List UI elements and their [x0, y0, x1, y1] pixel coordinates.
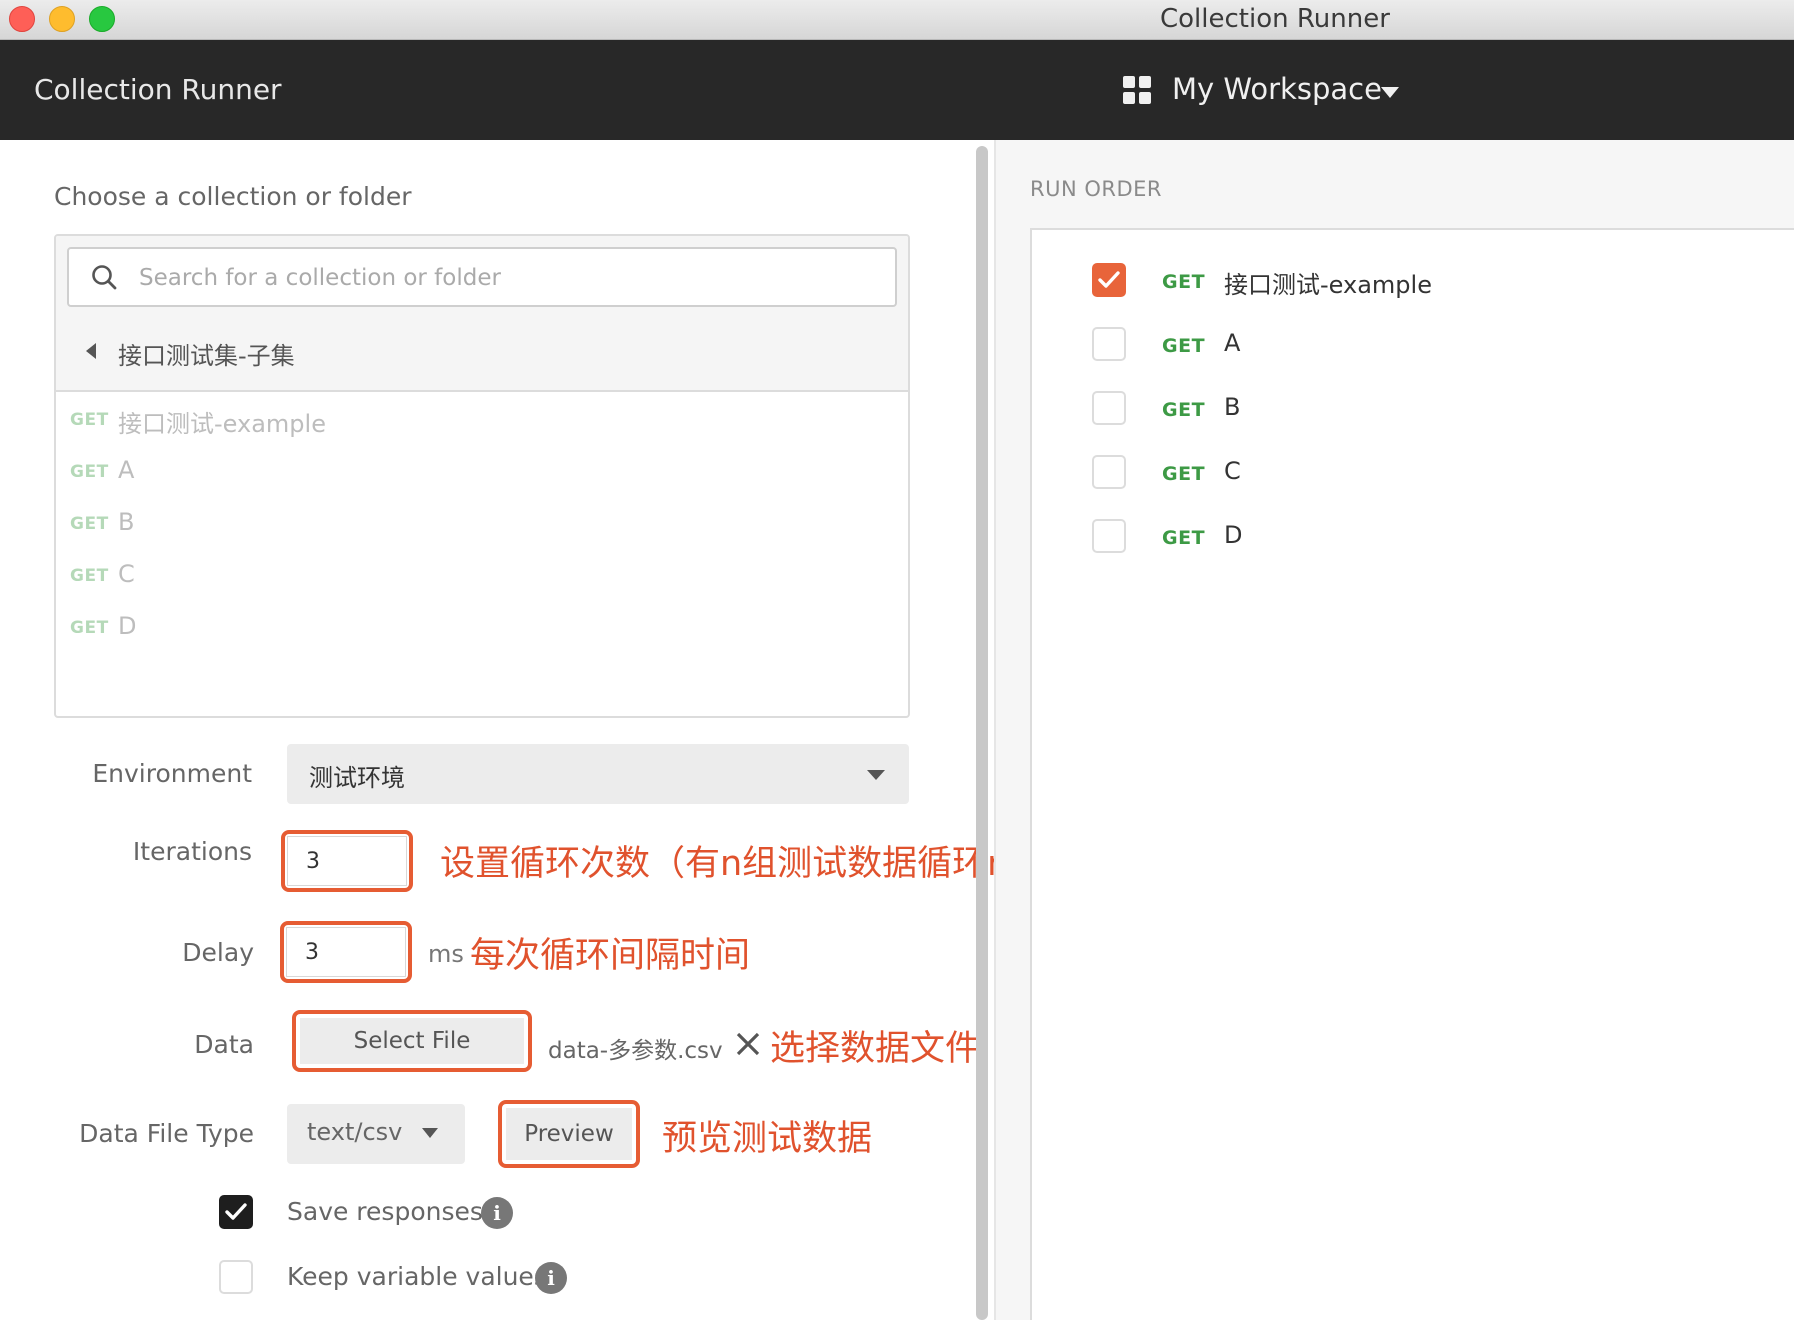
window-maximize-button[interactable]: [89, 6, 115, 32]
data-label: Data: [194, 1030, 254, 1059]
environment-value: 测试环境: [309, 764, 405, 792]
request-method: GET: [1162, 271, 1206, 293]
runner-config-pane: Choose a collection or folder 接口测试集-子集 G…: [0, 140, 1079, 1320]
app-header: Collection Runner My Workspace: [0, 40, 1794, 140]
run-order-item[interactable]: GET C: [1032, 447, 1792, 499]
workspace-grid-icon[interactable]: [1123, 76, 1153, 106]
request-name: D: [118, 612, 137, 640]
search-icon: [92, 265, 117, 290]
close-icon[interactable]: [734, 1030, 762, 1058]
iterations-field-frame: [281, 830, 413, 892]
list-item: GET A: [56, 446, 908, 498]
delay-label: Delay: [182, 938, 254, 967]
chevron-down-icon[interactable]: [1381, 87, 1399, 98]
request-method: GET: [70, 462, 109, 482]
run-order-label: RUN ORDER: [1030, 177, 1162, 201]
request-method: GET: [70, 566, 109, 586]
request-method: GET: [1162, 335, 1206, 357]
list-item: GET C: [56, 550, 908, 602]
list-item: GET B: [56, 498, 908, 550]
preview-frame: Preview: [498, 1100, 640, 1168]
current-folder-name: 接口测试集-子集: [118, 342, 295, 370]
request-name: A: [118, 456, 135, 484]
request-name: B: [1224, 393, 1241, 421]
collection-tree-header: 接口测试集-子集: [56, 236, 908, 392]
run-order-item[interactable]: GET D: [1032, 511, 1792, 563]
window-minimize-button[interactable]: [49, 6, 75, 32]
request-name: B: [118, 508, 135, 536]
search-input[interactable]: [139, 259, 879, 297]
data-annotation: 选择数据文件: [770, 1029, 981, 1069]
window-titlebar: Collection Runner: [0, 0, 1794, 40]
check-icon: [225, 1203, 247, 1220]
folder-back-row[interactable]: 接口测试集-子集: [56, 326, 908, 378]
request-name: C: [118, 560, 135, 588]
run-item-checkbox[interactable]: [1092, 455, 1126, 489]
left-pane-scrollbar[interactable]: [976, 146, 988, 1320]
window-title: Collection Runner: [1160, 4, 1390, 34]
select-file-button[interactable]: Select File: [300, 1018, 524, 1064]
request-name: C: [1224, 457, 1241, 485]
run-item-checkbox[interactable]: [1092, 327, 1126, 361]
collection-picker-label: Choose a collection or folder: [54, 182, 412, 211]
save-responses-label: Save responses: [287, 1197, 483, 1226]
run-item-checkbox[interactable]: [1092, 263, 1126, 297]
chevron-down-icon: [867, 770, 885, 780]
list-item: GET D: [56, 602, 908, 654]
keep-variable-values-label: Keep variable values: [287, 1262, 547, 1291]
workspace-switcher[interactable]: My Workspace: [1172, 72, 1382, 106]
data-file-type-select[interactable]: text/csv: [287, 1104, 465, 1164]
check-icon: [1098, 271, 1120, 288]
info-icon[interactable]: i: [535, 1262, 567, 1294]
keep-variable-values-checkbox[interactable]: [219, 1260, 253, 1294]
chevron-down-icon: [422, 1128, 438, 1138]
preview-annotation: 预览测试数据: [662, 1119, 873, 1159]
chevron-left-icon[interactable]: [86, 343, 96, 359]
request-name: 接口测试-example: [118, 410, 326, 438]
environment-select[interactable]: 测试环境: [287, 744, 909, 804]
iterations-input[interactable]: [287, 836, 407, 886]
run-item-checkbox[interactable]: [1092, 391, 1126, 425]
data-file-type-label: Data File Type: [79, 1119, 254, 1148]
window-close-button[interactable]: [9, 6, 35, 32]
run-order-item[interactable]: GET A: [1032, 319, 1792, 371]
request-method: GET: [1162, 399, 1206, 421]
select-file-frame: Select File: [292, 1010, 532, 1072]
search-box: [67, 247, 897, 307]
preview-button[interactable]: Preview: [506, 1108, 632, 1160]
request-method: GET: [70, 514, 109, 534]
delay-unit: ms: [428, 940, 464, 968]
request-method: GET: [1162, 527, 1206, 549]
run-order-item[interactable]: GET 接口测试-example: [1032, 255, 1792, 307]
app-title: Collection Runner: [34, 73, 282, 106]
request-name: 接口测试-example: [1224, 271, 1432, 299]
delay-input[interactable]: [286, 927, 406, 977]
save-responses-checkbox[interactable]: [219, 1195, 253, 1229]
info-icon[interactable]: i: [481, 1197, 513, 1229]
list-item: GET 接口测试-example: [56, 394, 908, 446]
run-order-list: GET 接口测试-example GET A GET B GET C GET D: [1030, 228, 1794, 1320]
environment-label: Environment: [92, 759, 252, 788]
run-order-item[interactable]: GET B: [1032, 383, 1792, 435]
delay-field-frame: [280, 921, 412, 983]
data-file-name: data-多参数.csv: [548, 1038, 723, 1064]
collection-tree: 接口测试集-子集 GET 接口测试-example GET A GET B GE…: [54, 234, 910, 718]
run-order-pane: RUN ORDER GET 接口测试-example GET A GET B G…: [996, 140, 1794, 1320]
delay-annotation: 每次循环间隔时间: [470, 936, 751, 976]
request-method: GET: [70, 410, 109, 430]
request-name: D: [1224, 521, 1243, 549]
request-method: GET: [1162, 463, 1206, 485]
iterations-label: Iterations: [132, 837, 252, 866]
request-name: A: [1224, 329, 1241, 357]
run-item-checkbox[interactable]: [1092, 519, 1126, 553]
request-method: GET: [70, 618, 109, 638]
data-file-type-value: text/csv: [307, 1118, 403, 1146]
